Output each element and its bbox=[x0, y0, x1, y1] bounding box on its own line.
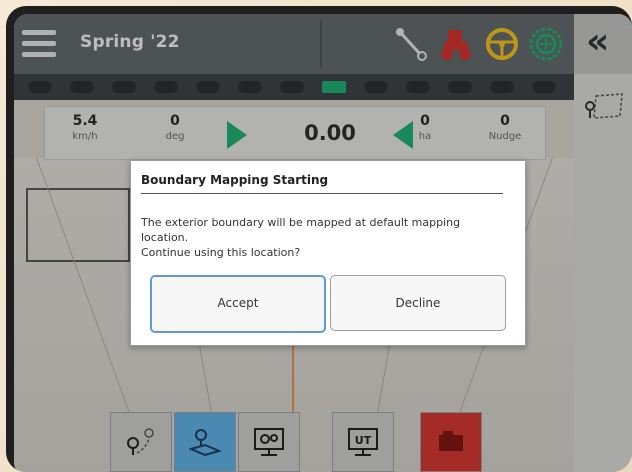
ut-icon: UT bbox=[348, 428, 378, 456]
collapse-panel-button[interactable]: « bbox=[574, 14, 632, 74]
lightbar-segment bbox=[532, 81, 556, 93]
svg-text:UT: UT bbox=[355, 434, 372, 447]
accept-button[interactable]: Accept bbox=[150, 275, 326, 333]
lightbar-segment bbox=[406, 81, 430, 93]
heading-unit: deg bbox=[165, 131, 185, 142]
lightbar-segment bbox=[448, 81, 472, 93]
boundary-map-button[interactable] bbox=[174, 412, 236, 472]
lightbar-segment bbox=[196, 81, 220, 93]
collapse-icon: « bbox=[586, 21, 610, 62]
nudge-unit: Nudge bbox=[488, 131, 522, 142]
info-strip: 5.4 km/h 0 deg 0.00 0 ha 0 Nudge bbox=[44, 106, 546, 160]
decline-button[interactable]: Decline bbox=[330, 275, 506, 331]
guidance-value: 0.00 bbox=[304, 121, 356, 145]
pin-route-icon bbox=[127, 428, 154, 455]
job-title: Spring '22 bbox=[80, 32, 180, 52]
speed-readout: 5.4 km/h bbox=[55, 113, 115, 142]
gps-status-icon[interactable] bbox=[528, 26, 564, 62]
dialog-title: Boundary Mapping Starting bbox=[141, 173, 329, 187]
bottom-toolbar: UT bbox=[110, 412, 484, 472]
display-bezel: Spring '22 « 5.4 km/h 0 deg 0.00 0 ha 0 … bbox=[6, 6, 632, 472]
dialog-message-line: The exterior boundary will be mapped at … bbox=[141, 216, 461, 229]
dialog-divider bbox=[141, 193, 503, 194]
dialog-message-line: Continue using this location? bbox=[141, 246, 301, 259]
steering-wheel-icon[interactable] bbox=[484, 26, 520, 62]
area-readout: 0 ha bbox=[395, 113, 455, 142]
top-bar: Spring '22 bbox=[14, 14, 574, 74]
field-boundary bbox=[26, 188, 130, 262]
implement-button[interactable] bbox=[420, 412, 482, 472]
lightbar-segment bbox=[28, 81, 52, 93]
guidance-lightbar bbox=[14, 74, 574, 100]
guidance-readout: 0.00 bbox=[227, 121, 413, 151]
implement-hitch-icon[interactable] bbox=[394, 26, 430, 62]
area-value: 0 bbox=[420, 113, 430, 129]
ut-button[interactable]: UT bbox=[332, 412, 394, 472]
boundary-map-icon[interactable] bbox=[582, 92, 626, 122]
lightbar-segment bbox=[238, 81, 262, 93]
machine-settings-button[interactable] bbox=[238, 412, 300, 472]
lightbar-segment bbox=[364, 81, 388, 93]
menu-icon[interactable] bbox=[22, 30, 56, 58]
speed-unit: km/h bbox=[72, 131, 98, 142]
pin-route-button[interactable] bbox=[110, 412, 172, 472]
dialog-message-line: location. bbox=[141, 231, 189, 244]
area-unit: ha bbox=[418, 131, 432, 142]
machine-settings-icon bbox=[254, 428, 284, 456]
speed-value: 5.4 bbox=[72, 113, 98, 129]
divider bbox=[320, 20, 322, 68]
dialog-message: The exterior boundary will be mapped at … bbox=[141, 215, 511, 260]
display-screen: Spring '22 « 5.4 km/h 0 deg 0.00 0 ha 0 … bbox=[14, 14, 632, 472]
steer-right-arrow-icon bbox=[227, 121, 247, 149]
boundary-mapping-dialog: Boundary Mapping Starting The exterior b… bbox=[130, 160, 526, 346]
lightbar-segment-active bbox=[322, 81, 346, 93]
nudge-readout[interactable]: 0 Nudge bbox=[475, 113, 535, 142]
status-icons bbox=[394, 26, 574, 62]
right-panel: « bbox=[574, 14, 632, 472]
nudge-value: 0 bbox=[500, 113, 510, 129]
boundary-map-icon bbox=[189, 429, 221, 457]
lightbar-segment bbox=[490, 81, 514, 93]
lightbar-segment bbox=[154, 81, 178, 93]
lightbar-segment bbox=[70, 81, 94, 93]
heading-readout: 0 deg bbox=[145, 113, 205, 142]
implement-icon bbox=[439, 431, 463, 451]
lightbar-segment bbox=[112, 81, 136, 93]
lightbar-segment bbox=[280, 81, 304, 93]
heading-value: 0 bbox=[170, 113, 180, 129]
tractor-icon[interactable] bbox=[438, 26, 474, 62]
